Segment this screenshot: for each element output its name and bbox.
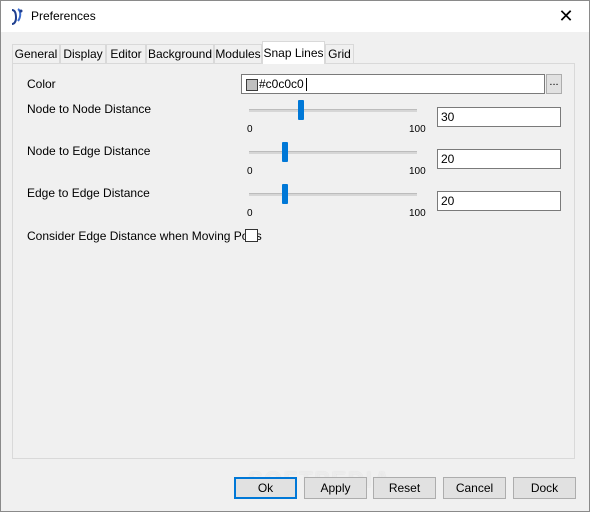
title-bar: Preferences ✕ [1, 1, 589, 32]
slider-max-label: 100 [409, 124, 426, 135]
slider-track [249, 109, 417, 112]
edge-to-edge-slider[interactable] [249, 182, 419, 206]
slider-thumb[interactable] [281, 142, 288, 162]
close-icon: ✕ [558, 6, 574, 26]
dock-button[interactable]: Dock [513, 477, 576, 499]
edge-to-edge-input[interactable]: 20 [437, 191, 561, 211]
slider-thumb[interactable] [281, 184, 288, 204]
node-to-node-label: Node to Node Distance [27, 102, 152, 116]
slider-max-label: 100 [409, 208, 426, 219]
moving-ports-checkbox[interactable] [245, 229, 258, 242]
node-to-node-input[interactable]: 30 [437, 107, 561, 127]
cancel-button[interactable]: Cancel [443, 477, 506, 499]
color-swatch [246, 79, 258, 91]
edge-to-edge-label: Edge to Edge Distance [27, 186, 150, 200]
slider-min-label: 0 [247, 208, 253, 219]
slider-max-label: 100 [409, 166, 426, 177]
app-logo-icon [9, 8, 25, 26]
window-title: Preferences [31, 9, 96, 23]
tab-display[interactable]: Display [60, 44, 106, 63]
slider-thumb[interactable] [298, 100, 305, 120]
color-value: #c0c0c0 [259, 77, 304, 91]
tab-grid[interactable]: Grid [325, 44, 354, 63]
tab-modules[interactable]: Modules [214, 44, 262, 63]
tab-general[interactable]: General [12, 44, 60, 63]
text-caret [306, 78, 307, 91]
color-browse-button[interactable]: ... [546, 74, 562, 94]
tab-editor[interactable]: Editor [106, 44, 146, 63]
node-to-node-slider[interactable] [249, 98, 419, 122]
color-field[interactable]: #c0c0c0 [241, 74, 545, 94]
slider-min-label: 0 [247, 124, 253, 135]
ok-button[interactable]: Ok [234, 477, 297, 499]
slider-track [249, 193, 417, 196]
node-to-edge-slider[interactable] [249, 140, 419, 164]
slider-min-label: 0 [247, 166, 253, 177]
reset-button[interactable]: Reset [373, 477, 436, 499]
color-label: Color [27, 77, 56, 91]
moving-ports-label: Consider Edge Distance when Moving Ports [27, 229, 262, 243]
close-button[interactable]: ✕ [543, 1, 589, 32]
tab-background[interactable]: Background [146, 44, 214, 63]
slider-track [249, 151, 417, 154]
node-to-edge-label: Node to Edge Distance [27, 144, 151, 158]
tab-snap-lines[interactable]: Snap Lines [262, 41, 325, 64]
node-to-edge-input[interactable]: 20 [437, 149, 561, 169]
apply-button[interactable]: Apply [304, 477, 367, 499]
